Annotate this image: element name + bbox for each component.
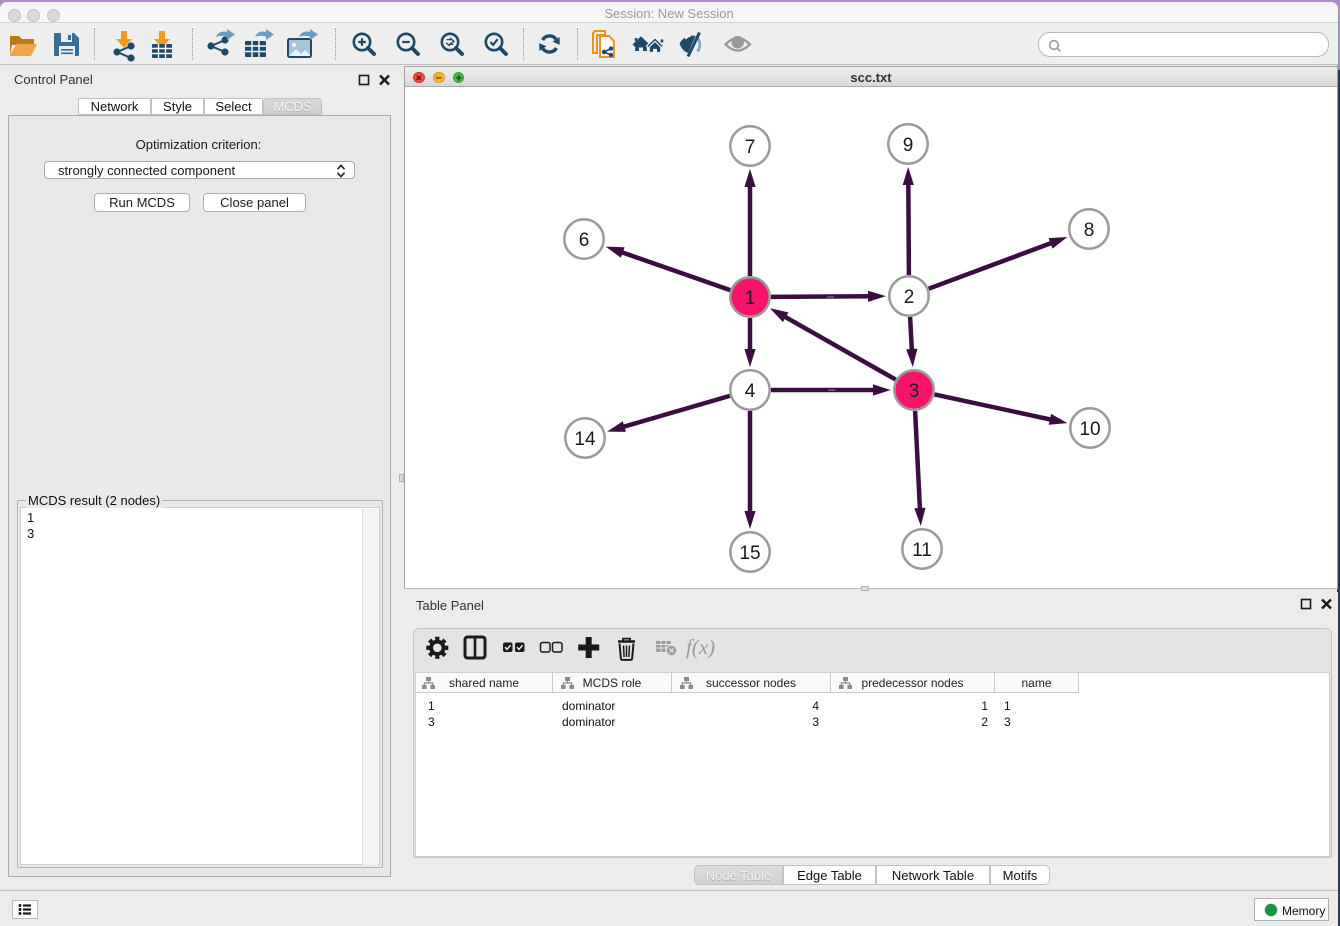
svg-text:6: 6 <box>579 230 590 251</box>
svg-text:2: 2 <box>904 287 915 308</box>
svg-text:f(x): f(x) <box>686 635 715 659</box>
svg-text:10: 10 <box>1079 419 1100 440</box>
svg-text:7: 7 <box>745 137 756 158</box>
svg-text:15: 15 <box>739 543 760 564</box>
svg-text:14: 14 <box>574 429 596 450</box>
svg-text:9: 9 <box>903 135 914 156</box>
svg-text:4: 4 <box>745 381 756 402</box>
svg-text:1: 1 <box>745 288 756 309</box>
svg-text:3: 3 <box>909 381 920 402</box>
svg-text:8: 8 <box>1084 220 1095 241</box>
svg-text:11: 11 <box>912 540 932 561</box>
